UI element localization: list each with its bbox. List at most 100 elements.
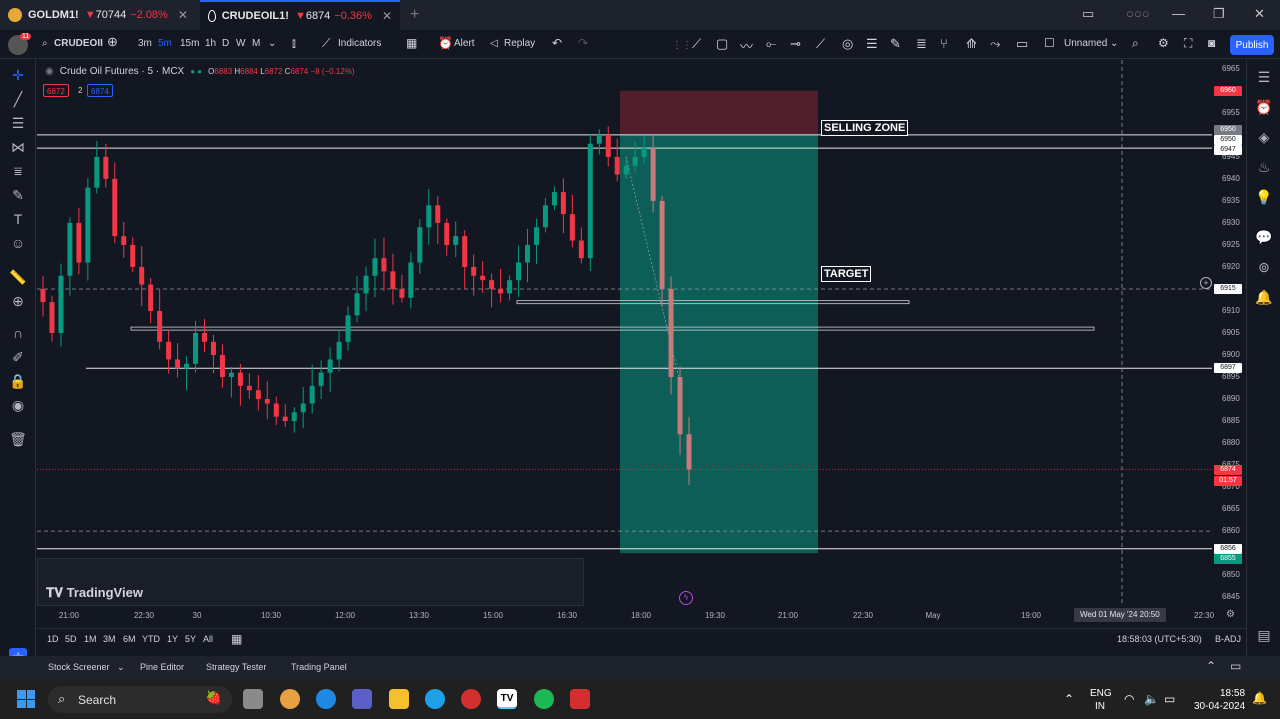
snipping-icon[interactable] [570,689,590,709]
price-label[interactable]: 6915 [1214,283,1242,294]
lightning-icon[interactable]: ϟ [679,591,693,605]
price-label[interactable]: 6950 [1214,134,1242,145]
ask-price[interactable]: 6874 [87,84,113,97]
bid-price[interactable]: 6872 [43,84,69,97]
edge-icon[interactable] [316,689,336,709]
region-indicator[interactable]: IN [1095,701,1105,712]
text-tool-icon[interactable]: T [9,210,27,228]
emoji-tool-icon[interactable]: ☺ [9,234,27,252]
compare-icon[interactable]: ⊕ [107,34,118,50]
chart-pane[interactable]: ◉ Crude Oil Futures · 5 · MCX ● ● O6883 … [37,60,1212,606]
calendar-icon[interactable]: ▤ [1255,626,1273,644]
tab-goldm[interactable]: GOLDM1! ▼ 70744 −2.08% ✕ [0,0,198,30]
interval-5m[interactable]: 5m [158,38,172,49]
layout-name[interactable]: Unnamed [1064,38,1107,49]
add-level-icon[interactable]: + [1200,277,1212,289]
tray-chevron-icon[interactable]: ⌃ [1064,692,1074,706]
visibility-icon[interactable]: ◉ [9,396,27,414]
indicators-icon[interactable]: ⟋ [322,36,330,51]
measure-icon[interactable]: ⤳ [990,36,1000,52]
symbol-search[interactable]: CRUDEOII [54,38,103,49]
axis-settings-icon[interactable]: ⚙ [1226,609,1235,620]
templates-icon[interactable]: ▦ [406,36,417,50]
more-icon[interactable]: ○○○ [1126,6,1150,21]
battery-icon[interactable]: ▭ [1164,692,1175,706]
target-label[interactable]: TARGET [821,266,872,282]
replay-icon[interactable]: ◁ [490,38,498,49]
taskbar-search[interactable]: ⌕ Search 🍓 [48,686,232,713]
start-icon[interactable] [17,690,35,708]
range-6m[interactable]: 6M [123,634,136,644]
fib-tool-icon[interactable]: ☰ [9,114,27,132]
language-indicator[interactable]: ENG [1090,688,1112,699]
eye-icon[interactable]: ◉ [45,66,54,77]
time-axis[interactable]: 21:00 22:30 30 10:30 12:00 13:30 15:00 16:30 18:… [37,606,1246,626]
price-label[interactable]: 6856 [1214,544,1242,555]
close-icon[interactable]: ✕ [382,9,392,23]
new-tab-button[interactable]: + [410,6,419,24]
chevron-down-icon[interactable]: ⌄ [1110,38,1118,49]
range-1y[interactable]: 1Y [167,634,178,644]
forecast-tool-icon[interactable]: ⩸ [9,162,27,180]
pattern-icon[interactable]: ⟰ [966,36,977,52]
tray-date[interactable]: 30-04-2024 [1194,701,1245,712]
watchlist-icon[interactable]: ☰ [1255,68,1273,86]
range-5d[interactable]: 5D [65,634,77,644]
crosshair-icon[interactable]: ✛ [9,66,27,84]
range-5y[interactable]: 5Y [185,634,196,644]
task-view-icon[interactable] [243,689,263,709]
layers-icon[interactable]: ◈ [1255,128,1273,146]
path-icon[interactable]: 〰 [740,36,753,55]
interval-3m[interactable]: 3m [138,38,152,49]
publish-button[interactable]: Publish [1230,35,1274,55]
chevron-down-icon[interactable]: ⌄ [268,38,276,49]
fork-icon[interactable]: ⑂ [940,36,948,51]
minimize-icon[interactable]: — [1172,6,1185,21]
circle-icon[interactable]: ◎ [842,36,853,52]
price-label[interactable]: 6855 [1214,554,1242,565]
tab-crudeoil[interactable]: CRUDEOIL1! ▼ 6874 −0.36% ✕ [200,0,400,30]
settings-icon[interactable]: ⚙ [1158,36,1169,50]
rectangle-icon[interactable]: ▢ [716,36,728,52]
goto-date-icon[interactable]: ▦ [231,632,242,646]
legend-title[interactable]: Crude Oil Futures · 5 · MCX [60,66,184,77]
chevron-down-icon[interactable]: ⌄ [117,662,125,673]
explorer-icon[interactable] [389,689,409,709]
range-ytd[interactable]: YTD [142,634,160,644]
replay-button[interactable]: Replay [504,38,535,49]
pencil-icon[interactable]: ✎ [890,36,901,52]
lines-icon[interactable]: ≣ [916,36,927,52]
ideas-icon[interactable]: 💡 [1255,188,1273,206]
price-label[interactable]: 6947 [1214,144,1242,155]
candles-icon[interactable]: ⫾ [292,36,296,51]
selling-zone-label[interactable]: SELLING ZONE [821,120,909,136]
drag-handle-icon[interactable]: ⋮⋮ [672,40,692,51]
range-3m[interactable]: 3M [103,634,116,644]
alert-icon[interactable]: ⏰ [438,36,453,50]
quick-search-icon[interactable]: ⌕ [1132,36,1139,51]
tab-trading-panel[interactable]: Trading Panel [291,662,347,672]
hotlist-icon[interactable]: ♨ [1255,158,1273,176]
tradingview-app-icon[interactable]: TV [497,689,517,709]
wifi-icon[interactable]: ◠ [1124,692,1134,706]
interval-m[interactable]: M [252,38,260,49]
close-icon[interactable]: ✕ [178,8,188,22]
camera-icon[interactable]: ◙ [1208,36,1215,50]
tab-stock-screener[interactable]: Stock Screener [48,662,110,672]
trash-icon[interactable]: 🗑 [9,430,27,448]
notifications-icon[interactable]: 🔔 [1255,288,1273,306]
layout-icon[interactable]: ▭ [1082,6,1094,22]
lock-icon[interactable]: 🔒 [9,372,27,390]
horizontal-line-icon[interactable]: ⊸ [790,36,801,52]
price-label[interactable]: 6874 [1214,464,1242,475]
ray-icon[interactable]: ⟜ [766,36,776,52]
price-label[interactable]: 01:57 [1214,475,1242,486]
indicators-button[interactable]: Indicators [338,38,381,49]
brush-icon[interactable]: ⟋ [816,36,825,52]
collapse-icon[interactable]: ⌃ [1206,659,1216,673]
chat-icon[interactable]: 💬 [1255,228,1273,246]
trendline-icon[interactable]: ⟋ [692,36,701,52]
price-label[interactable]: 6950 [1214,124,1242,135]
price-label[interactable]: 6897 [1214,363,1242,374]
notification-bell-icon[interactable]: 🔔 [1252,691,1267,705]
